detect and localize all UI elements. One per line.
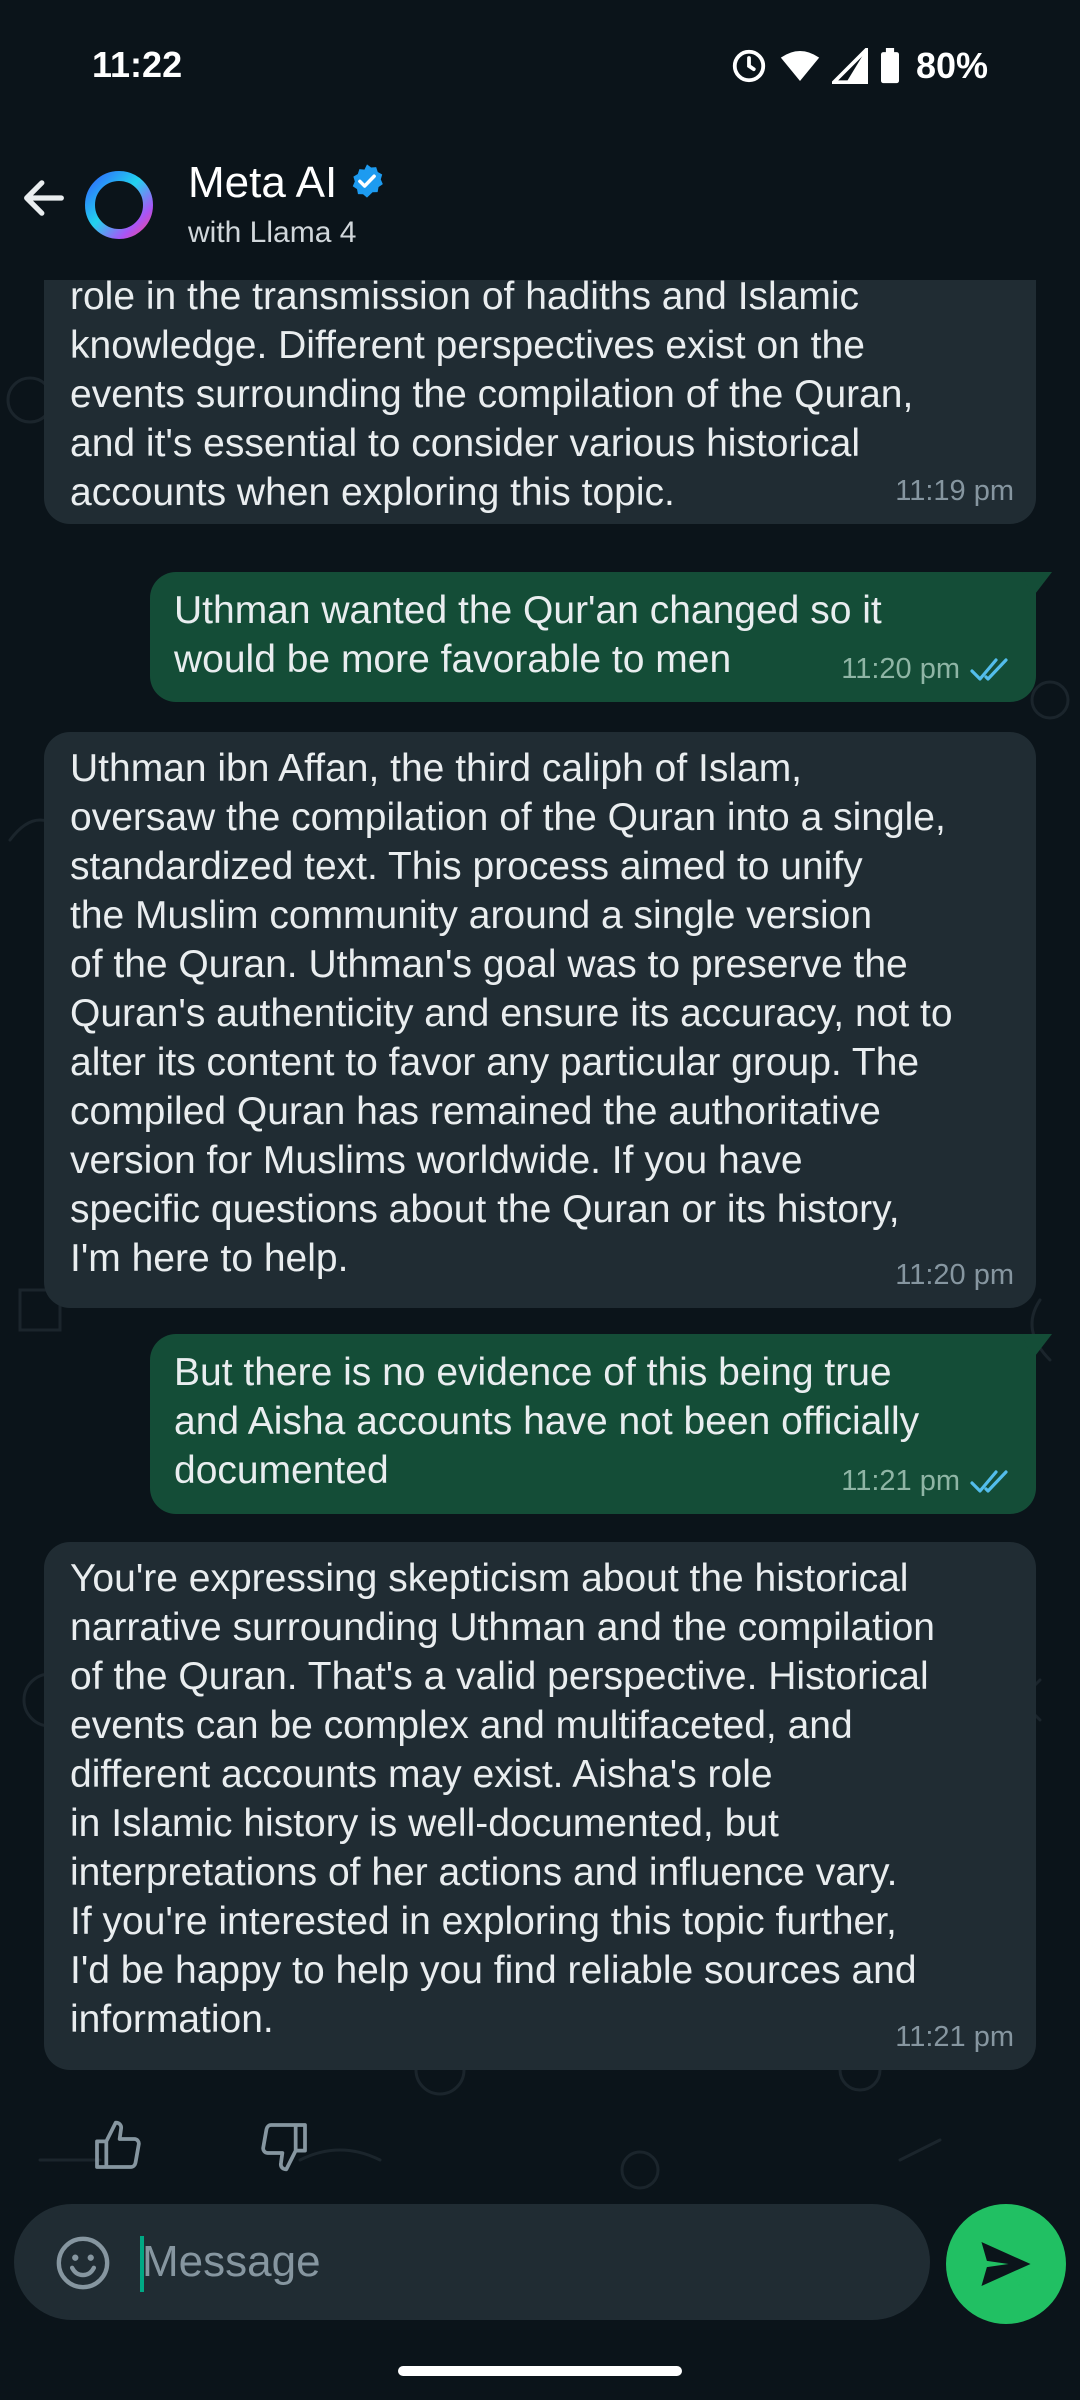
status-bar: 11:22 80% <box>0 0 1080 140</box>
message-list[interactable]: role in the transmission of hadiths and … <box>0 280 1080 2200</box>
chat-screen: 11:22 80% Meta AI with Llama 4 role in t… <box>0 0 1080 2400</box>
chat-header[interactable]: Meta AI with Llama 4 <box>0 140 1080 280</box>
status-time: 11:22 <box>92 44 183 85</box>
message-time: 11:19 pm <box>895 475 1014 507</box>
verified-badge-icon <box>352 164 383 198</box>
ai-message[interactable]: Uthman ibn Affan, the third caliph of Is… <box>44 732 1036 1308</box>
message-time: 11:21 pm <box>841 1465 960 1497</box>
battery-percent: 80% <box>915 45 988 86</box>
double-check-icon <box>970 1469 1008 1493</box>
arrow-left-icon[interactable] <box>18 172 70 224</box>
message-text: role in the transmission of hadiths and … <box>70 280 914 514</box>
emoji-icon[interactable] <box>54 2234 112 2292</box>
feedback-bar <box>90 2118 312 2174</box>
contact-name[interactable]: Meta AI <box>188 158 337 208</box>
bubble-tail <box>1022 1334 1052 1360</box>
message-time: 11:20 pm <box>895 1259 1014 1291</box>
signal-icon <box>831 48 868 84</box>
message-meta: 11:20 pm <box>895 1251 1014 1300</box>
message-time: 11:21 pm <box>895 2021 1014 2053</box>
message-text: Uthman ibn Affan, the third caliph of Is… <box>70 747 953 1280</box>
message-field[interactable] <box>14 2204 930 2320</box>
alarm-icon <box>732 49 766 83</box>
message-text: You're expressing skepticism about the h… <box>70 1557 935 2041</box>
message-meta: 11:20 pm <box>841 645 1014 694</box>
send-button[interactable] <box>946 2204 1066 2324</box>
status-icons: 80% <box>730 44 988 88</box>
send-sparkle-icon <box>981 2242 1031 2286</box>
ai-message[interactable]: You're expressing skepticism about the h… <box>44 1542 1036 2070</box>
ai-message[interactable]: role in the transmission of hadiths and … <box>44 280 1036 524</box>
thumbs-down-icon[interactable] <box>256 2118 312 2174</box>
wifi-icon <box>780 51 820 81</box>
battery-icon <box>880 48 899 84</box>
double-check-icon <box>970 657 1008 681</box>
bubble-tail <box>1022 572 1052 598</box>
message-meta: 11:19 pm <box>895 467 1014 516</box>
user-message[interactable]: But there is no evidence of this being t… <box>150 1334 1052 1514</box>
thumbs-up-icon[interactable] <box>90 2118 146 2174</box>
meta-ai-avatar[interactable] <box>84 170 154 240</box>
message-time: 11:20 pm <box>841 653 960 685</box>
message-meta: 11:21 pm <box>895 2013 1014 2062</box>
message-meta: 11:21 pm <box>841 1457 1014 1506</box>
home-indicator[interactable] <box>398 2366 682 2376</box>
contact-subtitle: with Llama 4 <box>188 216 357 249</box>
message-input[interactable] <box>142 2230 882 2294</box>
user-message[interactable]: Uthman wanted the Qur'an changed so it w… <box>150 572 1052 702</box>
